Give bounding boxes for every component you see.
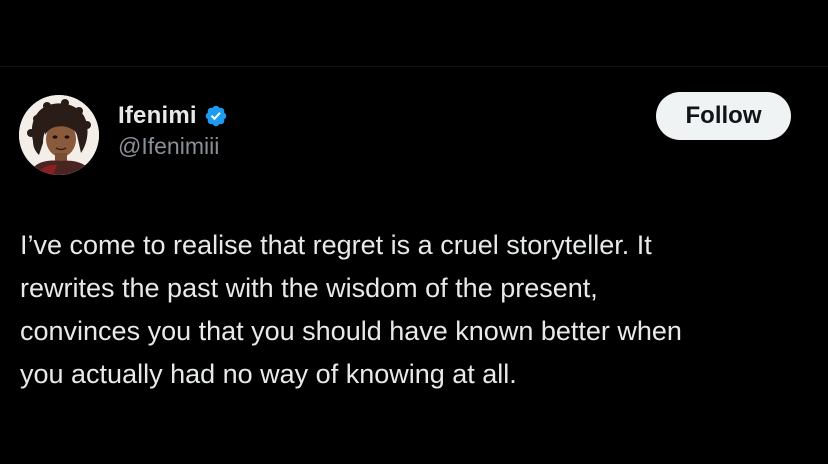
tweet-card: Ifenimi @Ifenimiii Follow I’ve come to r… xyxy=(0,0,828,464)
author-handle[interactable]: @Ifenimiii xyxy=(118,133,219,160)
avatar[interactable] xyxy=(19,95,99,175)
tweet-text: I’ve come to realise that regret is a cr… xyxy=(20,224,820,396)
follow-button[interactable]: Follow xyxy=(656,92,791,140)
tweet-text-line: you actually had no way of knowing at al… xyxy=(20,359,517,389)
author-display-name[interactable]: Ifenimi xyxy=(118,102,197,130)
tweet-text-line: convinces you that you should have known… xyxy=(20,316,682,346)
author-name-row: Ifenimi xyxy=(118,100,228,132)
tweet-text-line: rewrites the past with the wisdom of the… xyxy=(20,273,598,303)
tweet-text-line: I’ve come to realise that regret is a cr… xyxy=(20,230,652,260)
avatar-portrait-icon xyxy=(19,95,99,175)
verified-badge-icon xyxy=(205,105,226,127)
